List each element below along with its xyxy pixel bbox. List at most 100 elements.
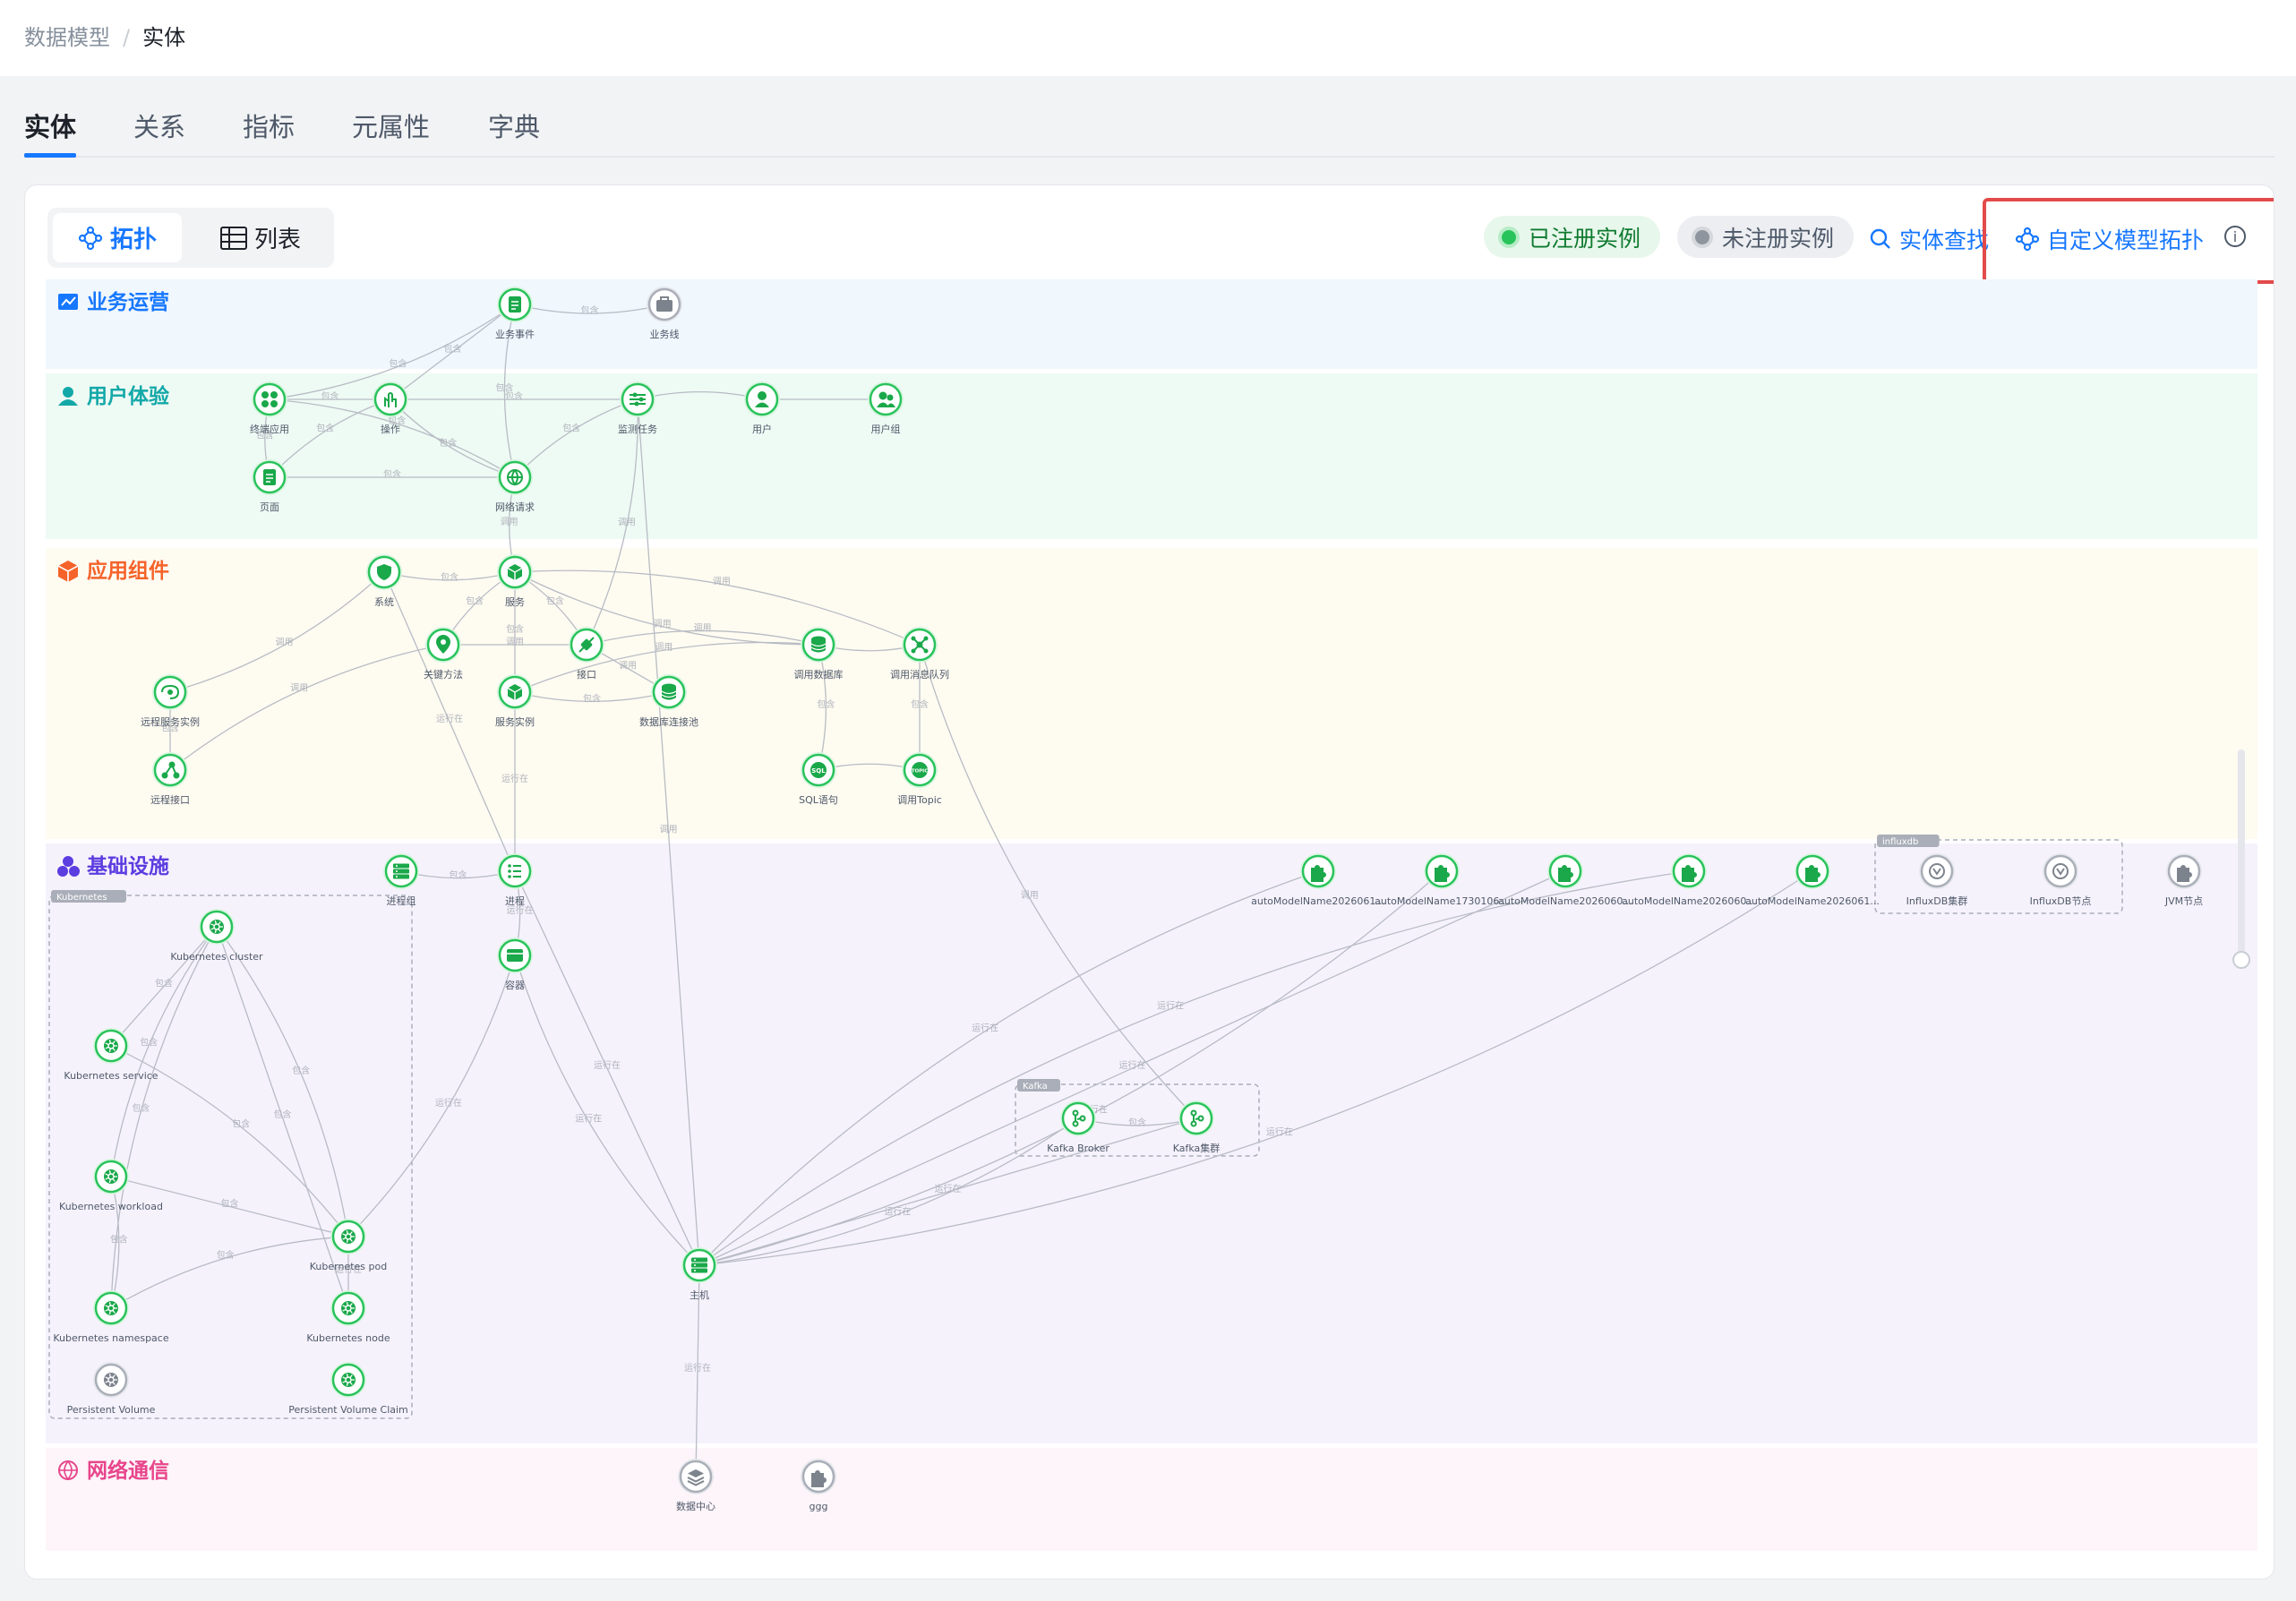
- entity-node-usergroup[interactable]: 用户组: [868, 381, 904, 435]
- entity-node-k8s_wl[interactable]: Kubernetes workload: [59, 1159, 163, 1212]
- edge: [698, 870, 1566, 1266]
- edge-label: 运行在: [1157, 1000, 1184, 1012]
- edge-label: 运行在: [1266, 1126, 1293, 1138]
- list-view-button[interactable]: 列表: [196, 213, 325, 262]
- entity-node-am2[interactable]: autoModelName1730106...: [1375, 853, 1509, 907]
- entity-node-remoteapi[interactable]: 远程接口: [150, 752, 190, 806]
- entity-node-kcluster[interactable]: Kafka集群: [1173, 1100, 1221, 1154]
- entity-node-k8s_node[interactable]: Kubernetes node: [306, 1290, 390, 1344]
- entity-node-svcinst[interactable]: 服务实例: [495, 674, 535, 728]
- entity-node-host[interactable]: 主机: [681, 1247, 717, 1301]
- entity-node-ggg[interactable]: ggg: [801, 1459, 836, 1512]
- layer-band-1: [46, 373, 2257, 539]
- entity-node-k8s_cluster[interactable]: Kubernetes cluster: [170, 909, 263, 963]
- entity-node-monitor[interactable]: 监测任务: [618, 381, 657, 435]
- entity-node-service[interactable]: 服务: [497, 554, 533, 608]
- entity-node-dbpool[interactable]: 数据库连接池: [639, 674, 698, 728]
- entity-node-am4[interactable]: autoModelName2026060...: [1622, 853, 1756, 907]
- entity-node-system[interactable]: 系统: [366, 554, 402, 608]
- entity-node-pv[interactable]: Persistent Volume: [67, 1362, 156, 1416]
- entity-node-dc[interactable]: 数据中心: [676, 1459, 715, 1512]
- entity-node-keymethod[interactable]: 关键方法: [424, 627, 463, 681]
- vertical-scrollbar[interactable]: [2238, 749, 2245, 969]
- group-box: [48, 895, 413, 1419]
- entity-node-page[interactable]: 页面: [252, 459, 287, 513]
- entity-node-app[interactable]: 终端应用: [250, 381, 289, 435]
- entity-node-container[interactable]: 容器: [497, 937, 533, 991]
- entity-node-pvc[interactable]: Persistent Volume Claim: [288, 1362, 408, 1416]
- group-label: Kafka: [1023, 1082, 1048, 1092]
- entity-node-influx_c[interactable]: InfluxDB集群: [1906, 853, 1968, 907]
- breadcrumb-separator: /: [123, 25, 131, 50]
- entity-node-k8s_svc[interactable]: Kubernetes service: [64, 1028, 158, 1082]
- unregistered-instances-filter[interactable]: 未注册实例: [1677, 216, 1854, 258]
- edge-label: 调用: [501, 517, 518, 527]
- entity-node-kbroker[interactable]: Kafka Broker: [1047, 1100, 1109, 1154]
- entity-node-label: Kubernetes namespace: [53, 1332, 168, 1344]
- entity-node-influx_n[interactable]: InfluxDB节点: [2030, 853, 2092, 907]
- tab-meta-attribute[interactable]: 元属性: [352, 107, 430, 144]
- entity-node-api[interactable]: 接口: [569, 627, 604, 681]
- entity-node-op[interactable]: 操作: [373, 381, 408, 435]
- entity-node-biz_event[interactable]: 业务事件: [495, 287, 535, 340]
- entity-node-process[interactable]: 进程: [497, 853, 533, 907]
- edge-label: 运行在: [1081, 1104, 1108, 1116]
- edge-label: 运行在: [507, 904, 534, 916]
- entity-search-button[interactable]: 实体查找: [1869, 223, 1989, 255]
- scrollbar-knob[interactable]: [2232, 951, 2250, 969]
- edge-label: 调用: [694, 622, 712, 633]
- entity-node-sql[interactable]: SQL SQL语句: [799, 752, 838, 806]
- topology-view-button[interactable]: 拓扑: [53, 213, 182, 262]
- entity-node-label: 调用消息队列: [890, 668, 949, 681]
- edge: [586, 629, 819, 646]
- entity-node-jvm[interactable]: JVM节点: [2164, 853, 2203, 907]
- entity-node-biz_line[interactable]: 业务线: [647, 287, 682, 340]
- tab-dictionary[interactable]: 字典: [488, 107, 540, 144]
- registered-instances-filter[interactable]: 已注册实例: [1484, 216, 1660, 258]
- tab-metric[interactable]: 指标: [243, 107, 295, 144]
- edge: [110, 1045, 349, 1237]
- edge-label: 包含: [583, 692, 601, 704]
- list-view-label: 列表: [253, 227, 301, 253]
- entity-node-user[interactable]: 用户: [744, 381, 780, 435]
- entity-node-label: JVM节点: [2164, 895, 2203, 907]
- edge: [514, 641, 819, 693]
- entity-node-k8s_pod[interactable]: Kubernetes pod: [310, 1219, 387, 1272]
- breadcrumb: 数据模型 / 实体: [24, 20, 185, 51]
- edges: 包含包含包含包含包含包含包含包含包含包含包含包含调用 调用调用包含调用运行在包含包…: [110, 304, 1813, 1477]
- entity-node-callmq[interactable]: 调用消息队列: [890, 627, 949, 681]
- edge-label: 调用: [276, 637, 294, 647]
- entity-node-remotesvc[interactable]: 远程服务实例: [141, 674, 200, 728]
- tab-relation[interactable]: 关系: [133, 107, 185, 144]
- edge-label: 包含: [581, 304, 599, 316]
- entity-node-label: autoModelName2026061...: [1251, 895, 1385, 907]
- edge-label: 包含: [217, 1249, 235, 1261]
- entity-node-k8s_ns[interactable]: Kubernetes namespace: [53, 1290, 169, 1344]
- entity-node-procgroup[interactable]: 进程组: [383, 853, 419, 907]
- entity-search-label: 实体查找: [1899, 227, 1990, 253]
- tab-entity[interactable]: 实体: [24, 107, 76, 144]
- entity-node-calldb[interactable]: 调用数据库: [794, 627, 844, 681]
- entity-node-am3[interactable]: autoModelName2026060...: [1498, 853, 1632, 907]
- entity-node-am1[interactable]: autoModelName2026061...: [1251, 853, 1385, 907]
- edge-label: 包含: [1128, 1117, 1146, 1128]
- entity-node-label: 数据库连接池: [639, 715, 698, 728]
- breadcrumb-current: 实体: [142, 25, 186, 50]
- breadcrumb-root[interactable]: 数据模型: [24, 25, 110, 50]
- entity-node-label: 接口: [577, 669, 596, 681]
- entity-node-am5[interactable]: autoModelName2026061...: [1745, 853, 1880, 907]
- entity-node-label: Kafka Broker: [1047, 1143, 1109, 1154]
- view-toggle: 拓扑 列表: [47, 208, 334, 268]
- entity-node-netreq[interactable]: 网络请求: [495, 459, 535, 513]
- tab-active-indicator: [24, 153, 76, 158]
- edge: [514, 870, 521, 956]
- edge-label: 包含: [439, 437, 457, 449]
- edge-label: 运行在: [594, 1059, 621, 1071]
- edge-label: 包含: [444, 343, 462, 355]
- edge: [514, 569, 921, 646]
- topology-canvas[interactable]: 业务运营用户体验应用组件基础设施网络通信 Kubernetes Kafka influ…: [25, 185, 2275, 1580]
- entity-node-topic[interactable]: TOPIC 调用Topic: [897, 752, 942, 806]
- entity-node-label: autoModelName2026060...: [1498, 895, 1632, 907]
- layer-title: 基础设施: [87, 854, 169, 878]
- edge-label: 调用: [660, 825, 678, 835]
